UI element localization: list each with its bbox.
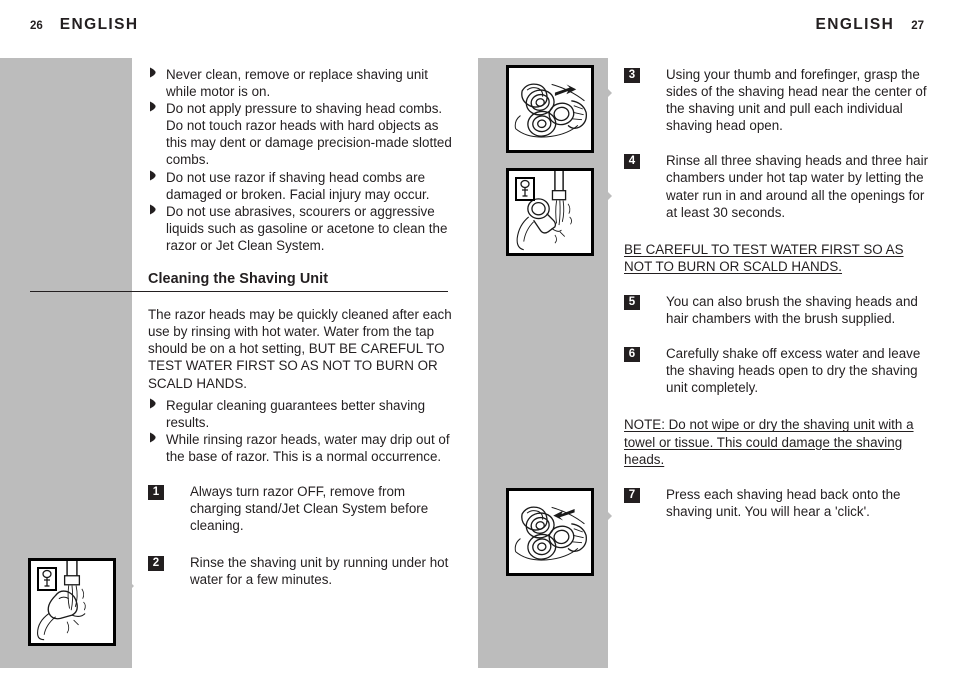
figure-shaving-unit-open — [506, 65, 612, 153]
list-item-text: Regular cleaning guarantees better shavi… — [166, 397, 426, 430]
triangle-bullet-icon — [149, 398, 156, 409]
section-heading: Cleaning the Shaving Unit — [148, 271, 329, 288]
list-item: Never clean, remove or replace shaving u… — [148, 66, 454, 100]
step-text: Rinse all three shaving heads and three … — [666, 153, 929, 220]
note-text: NOTE: Do not wipe or dry the shaving uni… — [624, 417, 914, 467]
numbered-step: 4 Rinse all three shaving heads and thre… — [624, 152, 930, 220]
step-number-badge: 5 — [624, 294, 640, 310]
warning-bullet-list: Never clean, remove or replace shaving u… — [148, 66, 454, 254]
step-number-badge: 2 — [148, 556, 164, 572]
step-number-badge: 7 — [624, 487, 640, 503]
list-item: Do not apply pressure to shaving head co… — [148, 100, 454, 168]
figure-pointer-flag-right — [594, 75, 612, 111]
razor-inset-icon — [515, 177, 535, 201]
figure-pointer-flag-right — [594, 498, 612, 534]
list-item: Regular cleaning guarantees better shavi… — [148, 397, 454, 431]
figure-rinse-under-tap-right — [506, 168, 612, 256]
caution-text: BE CAREFUL TO TEST WATER FIRST SO AS NOT… — [624, 241, 904, 274]
triangle-bullet-icon — [149, 101, 156, 112]
razor-inset-icon — [37, 567, 57, 591]
step-number-badge: 1 — [148, 484, 164, 500]
right-text-column: 3 Using your thumb and forefinger, grasp… — [624, 66, 930, 520]
left-text-column: Never clean, remove or replace shaving u… — [148, 66, 454, 588]
step-number-badge: 3 — [624, 68, 640, 83]
numbered-step: 1 Always turn razor OFF, remove from cha… — [148, 483, 454, 534]
illustration-press-head-back — [514, 506, 587, 561]
figure-frame — [506, 488, 594, 576]
page-number-right: 27 — [911, 20, 924, 32]
figure-rinse-under-tap-left — [28, 558, 134, 646]
figure-press-head-back — [506, 488, 612, 576]
figure-pointer-flag-right — [594, 178, 612, 214]
list-item-text: Do not use abrasives, scourers or aggres… — [166, 203, 448, 253]
step-text: Always turn razor OFF, remove from charg… — [190, 483, 429, 534]
triangle-bullet-icon — [149, 67, 156, 78]
page-number-left: 26 — [30, 20, 43, 32]
list-item-text: Never clean, remove or replace shaving u… — [166, 67, 428, 100]
triangle-bullet-icon — [149, 432, 156, 443]
step-text: Press each shaving head back onto the sh… — [666, 486, 901, 519]
triangle-bullet-icon — [149, 204, 156, 215]
list-item-text: Do not apply pressure to shaving head co… — [166, 101, 452, 168]
figure-pointer-flag-right — [116, 568, 134, 604]
page-header-right: ENGLISH 27 — [816, 16, 924, 34]
figure-frame — [506, 65, 594, 153]
step-number-badge: 4 — [624, 154, 640, 170]
list-item-text: Do not use razor if shaving head combs a… — [166, 169, 430, 202]
tips-bullet-list: Regular cleaning guarantees better shavi… — [148, 397, 454, 465]
list-item: Do not use abrasives, scourers or aggres… — [148, 203, 454, 254]
page-header-title-right: ENGLISH — [815, 16, 895, 33]
numbered-step: 2 Rinse the shaving unit by running unde… — [148, 554, 454, 588]
step-number-badge: 6 — [624, 347, 640, 363]
numbered-step: 6 Carefully shake off excess water and l… — [624, 345, 930, 396]
numbered-step: 3 Using your thumb and forefinger, grasp… — [624, 66, 930, 134]
caution-notice: BE CAREFUL TO TEST WATER FIRST SO AS NOT… — [624, 241, 930, 275]
step-text: You can also brush the shaving heads and… — [666, 293, 918, 327]
step-text: Rinse the shaving unit by running under … — [190, 555, 449, 588]
page-header-title-left: ENGLISH — [59, 16, 139, 33]
illustration-shaving-unit-open — [514, 83, 587, 138]
note-notice: NOTE: Do not wipe or dry the shaving uni… — [624, 416, 930, 467]
list-item-text: While rinsing razor heads, water may dri… — [166, 431, 450, 464]
step-text: Using your thumb and forefinger, grasp t… — [666, 67, 927, 134]
numbered-step: 7 Press each shaving head back onto the … — [624, 486, 930, 520]
step-text: Carefully shake off excess water and lea… — [666, 346, 921, 396]
intro-paragraph: The razor heads may be quickly cleaned a… — [148, 307, 452, 391]
triangle-bullet-icon — [149, 170, 156, 181]
numbered-step: 5 You can also brush the shaving heads a… — [624, 293, 930, 327]
page-header-left: 26 ENGLISH — [30, 16, 138, 34]
list-item: While rinsing razor heads, water may dri… — [148, 431, 454, 465]
list-item: Do not use razor if shaving head combs a… — [148, 169, 454, 203]
